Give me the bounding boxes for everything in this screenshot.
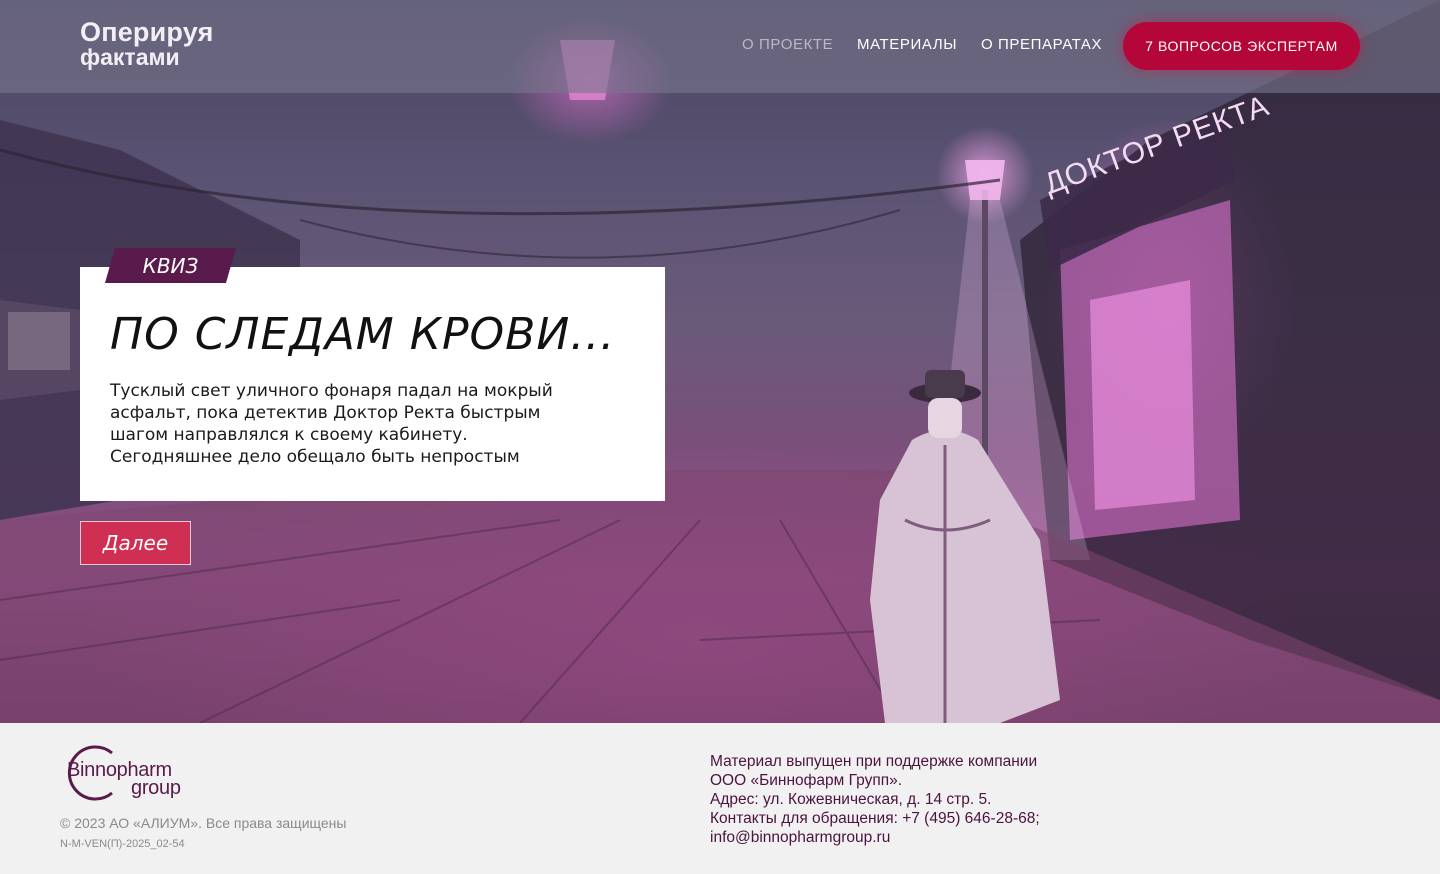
material-code: N-M-VEN(П)-2025_02-54 [60, 838, 185, 850]
logo-line-2: фактами [80, 44, 180, 70]
sponsor-phone[interactable]: Контакты для обращения: +7 (495) 646-28-… [710, 809, 1130, 828]
quiz-title: ПО СЛЕДАМ КРОВИ... [110, 309, 616, 360]
sponsor-email[interactable]: info@binnopharmgroup.ru [710, 828, 1130, 847]
brand-name-line-2: group [131, 777, 181, 799]
sponsor-line: Материал выпущен при поддержке компании [710, 753, 1038, 770]
quiz-intro-text: Тусклый свет уличного фонаря падал на мо… [110, 381, 553, 467]
sponsor-line: ООО «Биннофарм Групп». [710, 772, 903, 789]
next-button[interactable]: Далее [80, 521, 191, 565]
logo-line-1: Оперируя [80, 17, 214, 47]
experts-questions-button[interactable]: 7 ВОПРОСОВ ЭКСПЕРТАМ [1123, 22, 1360, 70]
quiz-tag: КВИЗ [142, 253, 199, 278]
nav-link-drugs[interactable]: О ПРЕПАРАТАХ [981, 36, 1102, 53]
site-header: Оперируя фактами О ПРОЕКТЕ МАТЕРИАЛЫ О П… [0, 0, 1440, 93]
sponsor-address: Адрес: ул. Кожевническая, д. 14 стр. 5. [710, 791, 992, 808]
nav-link-about[interactable]: О ПРОЕКТЕ [742, 36, 833, 53]
nav-link-materials[interactable]: МАТЕРИАЛЫ [857, 36, 957, 53]
site-logo[interactable]: Оперируя фактами [80, 17, 214, 70]
copyright-text: © 2023 АО «АЛИУМ». Все права защищены [60, 815, 347, 831]
sponsor-info: Материал выпущен при поддержке компании … [710, 752, 1130, 847]
